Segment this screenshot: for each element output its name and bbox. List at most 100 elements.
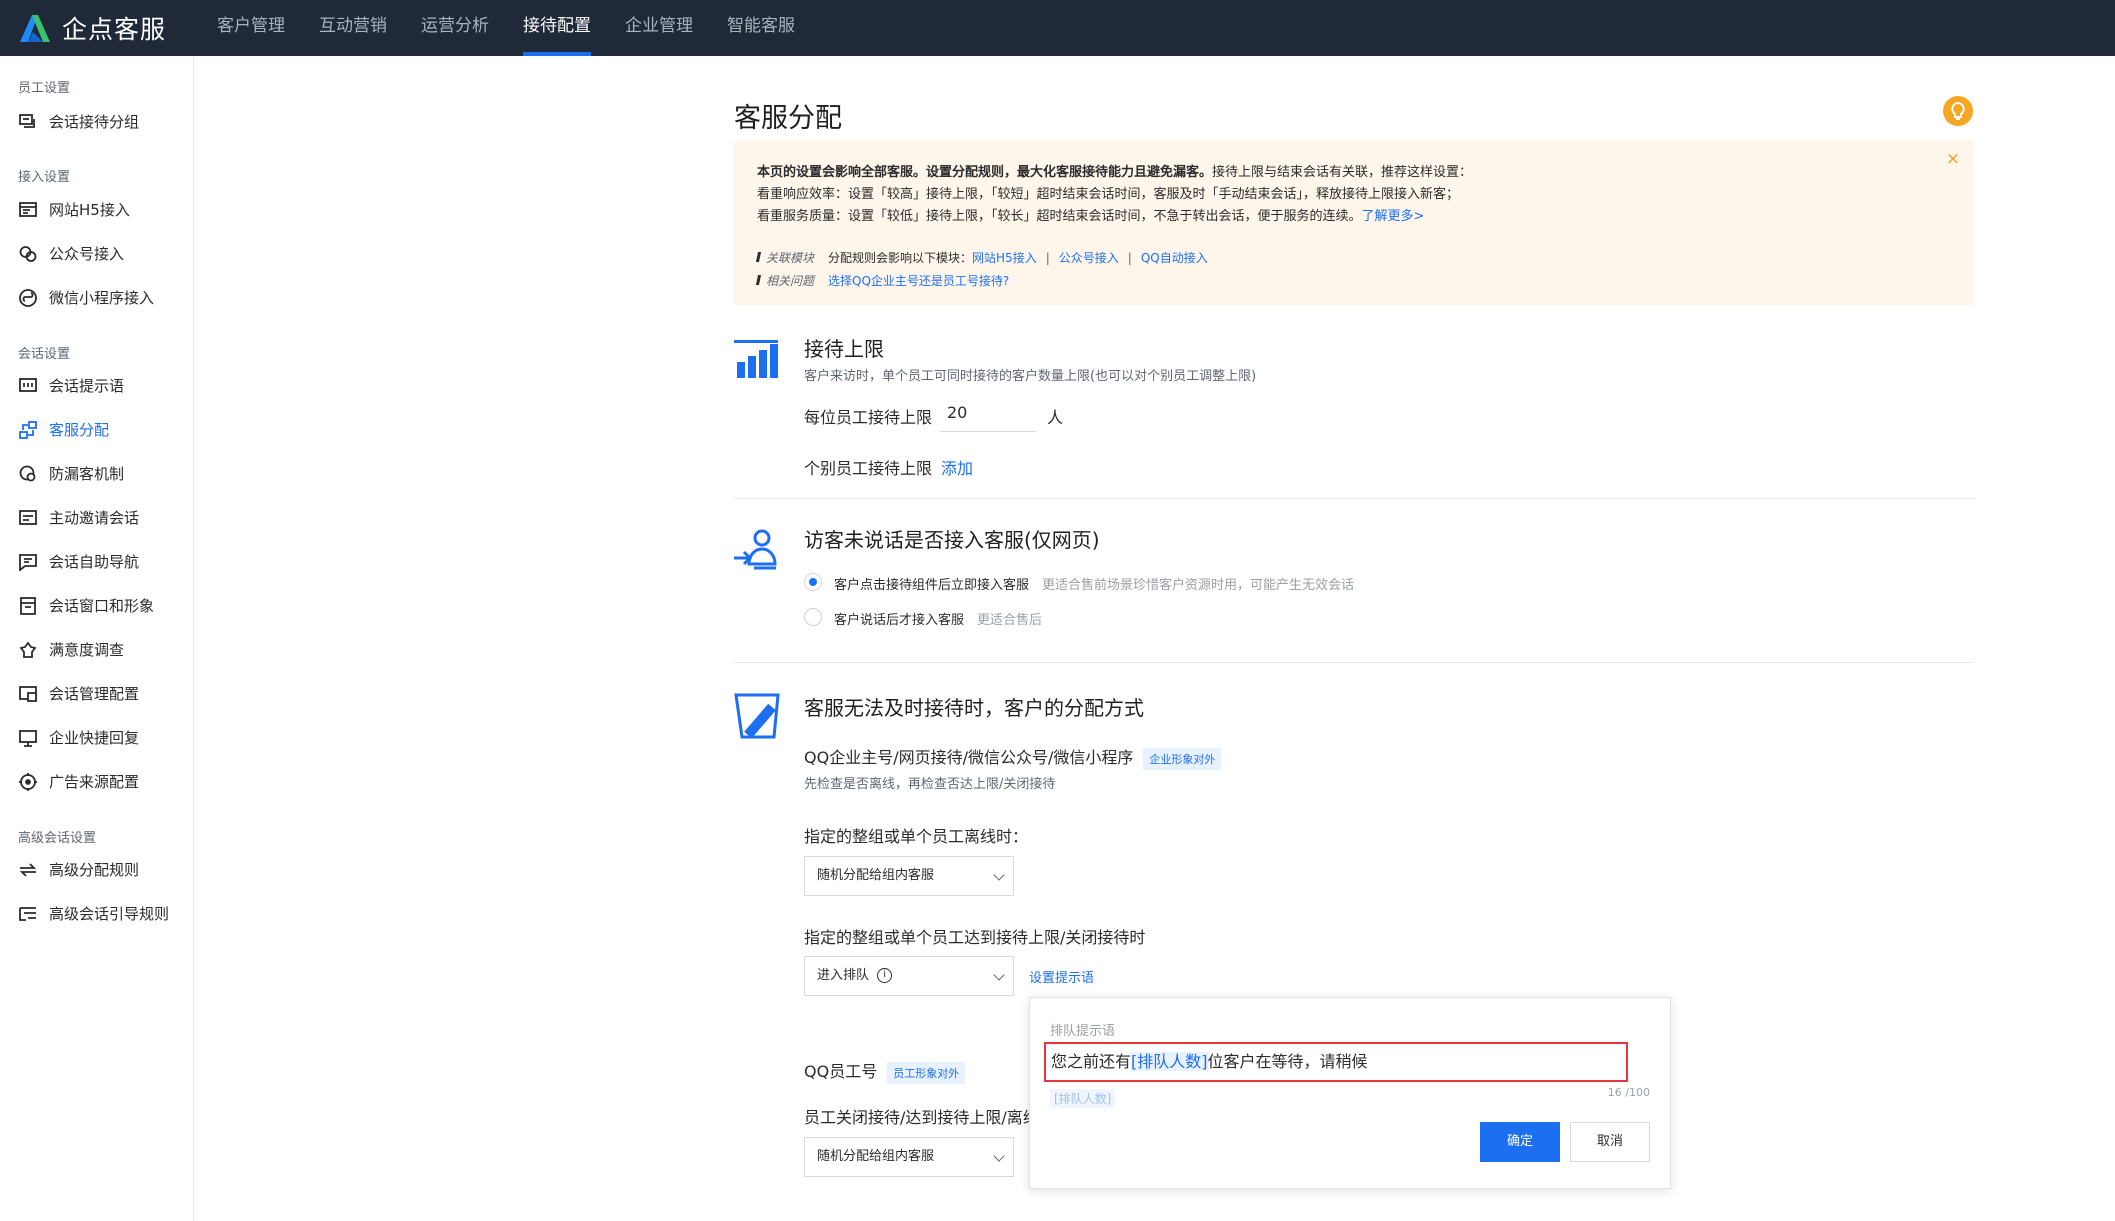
offline-select[interactable]: 随机分配给组内客服 bbox=[804, 856, 1014, 896]
nav-operation-analysis[interactable]: 运营分析 bbox=[404, 0, 506, 56]
staff-badge: 员工形象对外 bbox=[887, 1061, 966, 1084]
sidebar-item-advanced-assign[interactable]: 高级分配规则 bbox=[18, 859, 139, 880]
sidebar-item-label: 广告来源配置 bbox=[49, 773, 140, 791]
sidebar-item-quick-reply[interactable]: 企业快捷回复 bbox=[18, 727, 139, 748]
sidebar-item-session-prompt[interactable]: 会话提示语 bbox=[18, 375, 124, 396]
full-label: 指定的整组或单个员工达到接待上限/关闭接待时 bbox=[804, 928, 1146, 947]
related-questions: 相关问题 选择QQ企业主号还是员工号接待? bbox=[757, 272, 1009, 289]
option-immediate-label: 客户点击接待组件后立即接入客服 更适合售前场景珍惜客户资源时用，可能产生无效会话 bbox=[834, 574, 1354, 593]
prompt-text-before: 您之前还有 bbox=[1051, 1052, 1132, 1071]
sidebar-item-label: 高级分配规则 bbox=[49, 861, 140, 879]
sidebar-item-session-manage[interactable]: 会话管理配置 bbox=[18, 683, 139, 704]
quick-reply-icon bbox=[18, 728, 38, 748]
staff-select[interactable]: 随机分配给组内客服 bbox=[804, 1137, 1014, 1177]
related-label: 关联模块 bbox=[757, 249, 814, 266]
sidebar-item-miniprogram[interactable]: 微信小程序接入 bbox=[18, 287, 154, 308]
enterprise-badge: 企业形象对外 bbox=[1143, 747, 1222, 770]
sidebar-item-service-assign[interactable]: 客服分配 bbox=[18, 419, 109, 440]
sidebar-item-label: 会话提示语 bbox=[49, 377, 125, 395]
option1-hint: 更适合售前场景珍惜客户资源时用，可能产生无效会话 bbox=[1042, 578, 1355, 593]
sidebar-item-window-image[interactable]: 会话窗口和形象 bbox=[18, 595, 154, 616]
sidebar-item-label: 客服分配 bbox=[49, 421, 110, 439]
notice-line2: 看重响应效率：设置「较高」接待上限，「较短」超时结束会话时间，客服及时「手动结束… bbox=[757, 187, 1460, 202]
qq-staff-text: QQ员工号 bbox=[804, 1062, 878, 1081]
cancel-button[interactable]: 取消 bbox=[1570, 1122, 1650, 1162]
qq-main-label: QQ企业主号/网页接待/微信公众号/微信小程序 企业形象对外 bbox=[804, 744, 1222, 770]
guide-rule-icon bbox=[18, 904, 38, 924]
popover-title: 排队提示语 bbox=[1050, 1024, 1116, 1039]
user-enter-icon bbox=[734, 529, 777, 570]
queue-prompt-input[interactable]: 您之前还有[排队人数]位客户在等待，请稍候 bbox=[1044, 1042, 1628, 1082]
sidebar-item-label: 网站H5接入 bbox=[49, 201, 130, 219]
invite-icon bbox=[18, 508, 38, 528]
prompt-icon bbox=[18, 376, 38, 396]
page-title: 客服分配 bbox=[734, 103, 842, 134]
related-modules: 关联模块 分配规则会影响以下模块： 网站H5接入 | 公众号接入 | QQ自动接… bbox=[757, 249, 1208, 266]
nav-interactive-marketing[interactable]: 互动营销 bbox=[302, 0, 404, 56]
app-name: 企点客服 bbox=[62, 15, 167, 44]
queue-count-variable: [排队人数] bbox=[1131, 1052, 1208, 1071]
brand[interactable]: 企点客服 bbox=[16, 10, 196, 46]
notice-text: 本页的设置会影响全部客服。设置分配规则，最大化客服接待能力且避免漏客。接待上限与… bbox=[757, 162, 1472, 228]
related-link-qq[interactable]: QQ自动接入 bbox=[1141, 249, 1208, 266]
close-icon[interactable]: × bbox=[1946, 149, 1960, 169]
related-link-wechat[interactable]: 公众号接入 bbox=[1059, 249, 1119, 266]
sidebar-item-invite[interactable]: 主动邀请会话 bbox=[18, 507, 139, 528]
miniprogram-icon bbox=[18, 288, 38, 308]
full-select-value: 进入排队 bbox=[817, 968, 870, 983]
lightbulb-icon[interactable] bbox=[1943, 96, 1973, 126]
learn-more-link[interactable]: 了解更多> bbox=[1362, 209, 1425, 224]
staff-select-value: 随机分配给组内客服 bbox=[817, 1149, 935, 1164]
sidebar-item-web-h5[interactable]: 网站H5接入 bbox=[18, 199, 130, 220]
info-icon[interactable]: i bbox=[877, 968, 893, 983]
sidebar-item-label: 主动邀请会话 bbox=[49, 509, 140, 527]
set-prompt-link[interactable]: 设置提示语 bbox=[1029, 967, 1094, 986]
option2-text: 客户说话后才接入客服 bbox=[834, 613, 965, 628]
sidebar-group-advanced: 高级会话设置 bbox=[18, 831, 97, 846]
per-staff-limit-input[interactable]: 20 bbox=[940, 394, 1036, 432]
queue-prompt-popover: 排队提示语 您之前还有[排队人数]位客户在等待，请稍候 [排队人数] 16 /1… bbox=[1029, 997, 1671, 1189]
separator: | bbox=[1045, 250, 1050, 265]
radio-immediate[interactable] bbox=[804, 573, 822, 591]
sidebar-item-guide-rule[interactable]: 高级会话引导规则 bbox=[18, 903, 169, 924]
ad-source-icon bbox=[18, 772, 38, 792]
qq-staff-label: QQ员工号 员工形象对外 bbox=[804, 1058, 966, 1084]
confirm-button[interactable]: 确定 bbox=[1480, 1122, 1560, 1162]
sidebar-item-label: 会话管理配置 bbox=[49, 685, 140, 703]
full-select[interactable]: 进入排队 i bbox=[804, 956, 1014, 996]
question-label: 相关问题 bbox=[757, 272, 814, 289]
top-navbar: 企点客服 客户管理 互动营销 运营分析 接待配置 企业管理 智能客服 bbox=[0, 0, 2115, 56]
sidebar-item-session-group[interactable]: 会话接待分组 bbox=[18, 111, 139, 132]
nav-customer-management[interactable]: 客户管理 bbox=[200, 0, 302, 56]
offline-select-value: 随机分配给组内客服 bbox=[817, 868, 935, 883]
add-link[interactable]: 添加 bbox=[941, 455, 973, 479]
nav-smart-service[interactable]: 智能客服 bbox=[710, 0, 812, 56]
radio-after-speak[interactable] bbox=[804, 608, 822, 626]
separator: | bbox=[1127, 250, 1132, 265]
silent-title: 访客未说话是否接入客服(仅网页) bbox=[804, 528, 1100, 552]
question-link[interactable]: 选择QQ企业主号还是员工号接待? bbox=[828, 272, 1009, 289]
qq-main-text: QQ企业主号/网页接待/微信公众号/微信小程序 bbox=[804, 748, 1134, 767]
sidebar-group-session: 会话设置 bbox=[18, 347, 71, 362]
related-link-web-h5[interactable]: 网站H5接入 bbox=[972, 249, 1037, 266]
sidebar-item-anti-loss[interactable]: 防漏客机制 bbox=[18, 463, 124, 484]
nav-enterprise-management[interactable]: 企业管理 bbox=[608, 0, 710, 56]
notice-line3: 看重服务质量：设置「较低」接待上限，「较长」超时结束会话时间，不急于转出会话，便… bbox=[757, 209, 1362, 224]
notice-banner: 本页的设置会影响全部客服。设置分配规则，最大化客服接待能力且避免漏客。接待上限与… bbox=[734, 141, 1974, 305]
sidebar-item-self-navigation[interactable]: 会话自助导航 bbox=[18, 551, 139, 572]
sidebar-item-ad-source[interactable]: 广告来源配置 bbox=[18, 771, 139, 792]
navigation-icon bbox=[18, 552, 38, 572]
assign-icon bbox=[18, 420, 38, 440]
sidebar-item-label: 会话自助导航 bbox=[49, 553, 140, 571]
option1-text: 客户点击接待组件后立即接入客服 bbox=[834, 578, 1030, 593]
option2-hint: 更适合售后 bbox=[977, 613, 1043, 628]
sidebar-item-satisfaction[interactable]: 满意度调查 bbox=[18, 639, 124, 660]
offline-label: 指定的整组或单个员工离线时： bbox=[804, 827, 1029, 846]
insert-variable-tag[interactable]: [排队人数] bbox=[1050, 1089, 1116, 1108]
nav-reception-config[interactable]: 接待配置 bbox=[506, 0, 608, 56]
option-after-speak-label: 客户说话后才接入客服 更适合售后 bbox=[834, 609, 1042, 628]
sidebar-item-wechat-official[interactable]: 公众号接入 bbox=[18, 243, 124, 264]
unit-label: 人 bbox=[1047, 408, 1064, 427]
sidebar-item-label: 防漏客机制 bbox=[49, 465, 125, 483]
char-count: 16 /100 bbox=[1607, 1086, 1650, 1099]
